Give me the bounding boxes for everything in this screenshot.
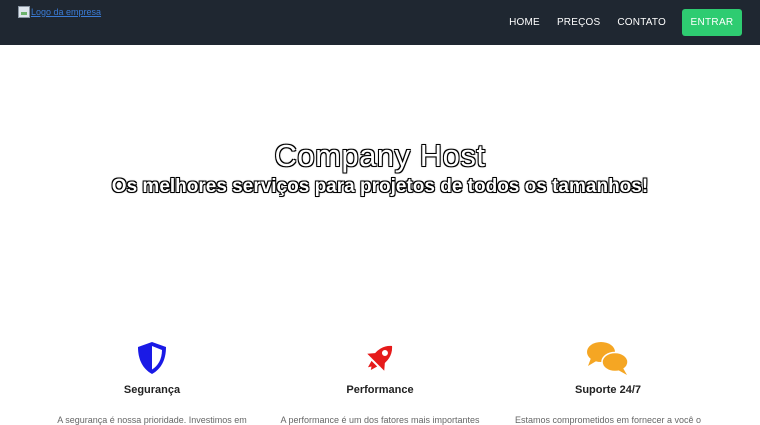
feature-security: Segurança A segurança é nossa prioridade… (42, 338, 262, 425)
hero-subtitle: Os melhores serviços para projetos de to… (111, 176, 649, 197)
nav-link-contato[interactable]: CONTATO (617, 17, 666, 28)
feature-title: Segurança (123, 384, 181, 396)
feature-title: Suporte 24/7 (574, 384, 642, 396)
main-nav: HOME PREÇOS CONTATO ENTRAR (492, 9, 742, 36)
hero-section: Company Host Os melhores serviços para p… (0, 45, 760, 305)
company-logo[interactable]: Logo da empresa (18, 5, 102, 34)
feature-text: A segurança é nossa prioridade. Investim… (57, 415, 247, 425)
chat-bubbles-icon (498, 338, 718, 378)
nav-link-home[interactable]: HOME (509, 17, 540, 28)
feature-support: Suporte 24/7 Estamos comprometidos em fo… (498, 338, 718, 425)
rocket-icon (270, 338, 490, 378)
features-section: Segurança A segurança é nossa prioridade… (0, 338, 760, 425)
logo-alt-text: Logo da empresa (31, 6, 102, 17)
feature-title: Performance (346, 384, 414, 396)
navbar: Logo da empresa HOME PREÇOS CONTATO ENTR… (0, 0, 760, 45)
feature-text: Estamos comprometidos em fornecer a você… (514, 415, 702, 425)
broken-image-icon (18, 5, 30, 18)
hero-title: Company Host (274, 138, 486, 173)
nav-link-precos[interactable]: PREÇOS (557, 17, 600, 28)
login-button[interactable]: ENTRAR (682, 9, 742, 36)
feature-performance: Performance A performance é um dos fator… (270, 338, 490, 425)
shield-icon (42, 338, 262, 378)
feature-text: A performance é um dos fatores mais impo… (280, 415, 480, 425)
